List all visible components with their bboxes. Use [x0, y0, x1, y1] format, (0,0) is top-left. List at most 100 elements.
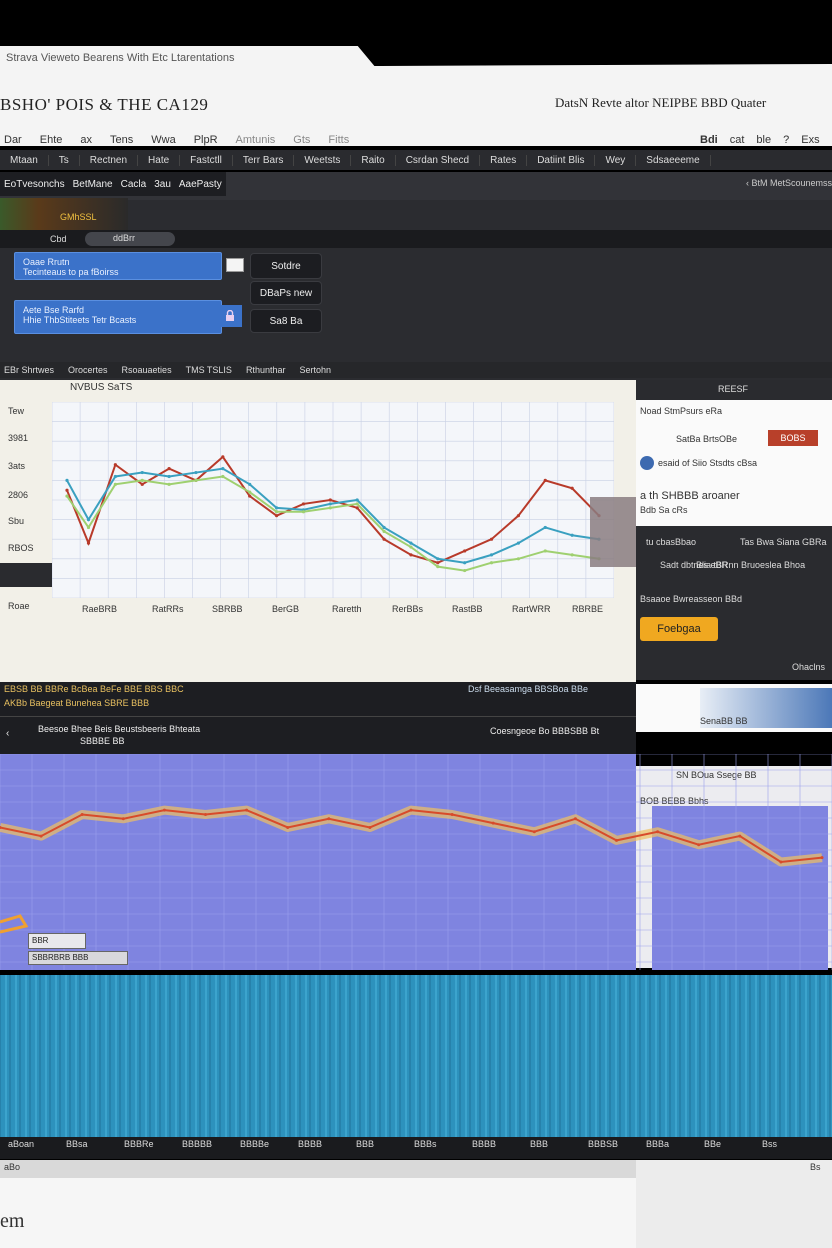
data-point	[615, 838, 618, 842]
chart1-side-tab[interactable]	[0, 563, 52, 587]
data-point	[738, 834, 742, 838]
data-point	[409, 545, 413, 549]
data-point	[532, 830, 536, 834]
menu-right-item[interactable]: Bdi	[700, 134, 718, 146]
data-point	[489, 537, 494, 541]
x-tick: aBoan	[8, 1139, 35, 1149]
footer-panel	[0, 1178, 636, 1248]
tiny-item[interactable]: Rthunthar	[246, 365, 286, 375]
blue-card-1[interactable]: Oaae Rrutn Tecinteaus to pa fBoirss	[14, 252, 222, 280]
nav-item[interactable]: Mtaan	[0, 154, 49, 166]
data-point	[382, 525, 386, 530]
x-tick: BBBSB	[588, 1139, 619, 1149]
nav-item[interactable]: Csrdan Shecd	[396, 154, 481, 166]
sub-tab[interactable]: EoTvesonchs	[4, 179, 65, 190]
sub-bar-right[interactable]: ‹ BtM MetScounemss	[746, 178, 832, 188]
menu-right-item[interactable]: Exs	[801, 134, 819, 146]
x-tick: RastBB	[452, 604, 483, 614]
data-point	[248, 490, 252, 494]
data-point	[820, 856, 824, 860]
sub-tab[interactable]: BetMane	[73, 179, 113, 190]
right-sub: Bdb Sa cRs	[640, 505, 688, 515]
thumbnail-label: GMhSSL	[60, 212, 97, 222]
menu-item[interactable]: Fitts	[328, 134, 349, 146]
chevron-left-icon[interactable]: ‹	[6, 728, 9, 739]
nav-item[interactable]: Hate	[138, 154, 181, 166]
menu-item[interactable]: Dar	[4, 134, 22, 146]
data-point	[167, 467, 171, 471]
menu-item[interactable]: Wwa	[151, 134, 175, 146]
nav-item[interactable]: Wey	[595, 154, 637, 166]
tiny-item[interactable]: TMS TSLIS	[186, 365, 232, 375]
blue-card-2[interactable]: Aete Bse Rarfd Hhie ThbStiteets Tetr Bca…	[14, 300, 222, 334]
data-point	[113, 463, 117, 467]
sa-button[interactable]: Sa8 Ba	[250, 309, 322, 333]
globe-icon	[640, 456, 654, 470]
x-tick: Raretth	[332, 604, 362, 614]
mid-row: EBSB BB BBRe BcBea BeFe BBE BBS BBC	[4, 684, 184, 694]
lock-icon[interactable]	[218, 305, 242, 327]
menu-right-item[interactable]: ble	[756, 134, 771, 146]
sotdre-button[interactable]: Sotdre	[250, 253, 322, 279]
nav-item[interactable]: Datiint Blis	[527, 154, 596, 166]
nav-item[interactable]: Rectnen	[80, 154, 139, 166]
data-point	[436, 557, 440, 561]
nav-item[interactable]: Raito	[351, 154, 396, 166]
new-button[interactable]: DBaPs new	[250, 281, 322, 305]
menu-item[interactable]: Gts	[293, 134, 310, 146]
sub-tab[interactable]: 3au	[154, 179, 171, 190]
tiny-item[interactable]: Sertohn	[299, 365, 331, 375]
orange-button[interactable]: Foebgaa	[640, 617, 718, 641]
tiny-item[interactable]: EBr Shrtwes	[4, 365, 54, 375]
data-point	[409, 808, 413, 812]
data-point	[543, 478, 547, 482]
tiny-item[interactable]: Orocertes	[68, 365, 108, 375]
x-tick: RartWRR	[512, 604, 551, 614]
data-point	[382, 529, 386, 533]
sub-tab[interactable]: Cacla	[121, 179, 147, 190]
menu-item[interactable]: Tens	[110, 134, 133, 146]
data-point	[779, 860, 783, 864]
data-point	[327, 817, 331, 821]
data-point	[355, 498, 359, 502]
menu-item[interactable]: Amtunis	[236, 134, 276, 146]
pill-toggle[interactable]: ddBrr	[85, 232, 175, 246]
footer-label: aBo	[4, 1162, 21, 1172]
data-point	[697, 843, 701, 847]
right-dark-line: Bsaaoe Bwreasseon BBd	[640, 594, 743, 604]
chart2-legend[interactable]: BBR	[28, 933, 86, 949]
checkbox[interactable]	[226, 258, 244, 272]
menu-right-item[interactable]: cat	[730, 134, 745, 146]
sub-tab[interactable]: AaePasty	[179, 179, 222, 190]
tiny-toolbar: EBr Shrtwes Orocertes Rsoauaeties TMS TS…	[0, 362, 832, 378]
data-point	[140, 482, 144, 486]
browser-tab-title[interactable]: Strava Vieweto Bearens With Etc Ltarenta…	[0, 48, 360, 68]
right-line: esaid of Siio Stsdts cBsa	[658, 458, 758, 468]
data-point	[543, 525, 547, 530]
data-point	[489, 561, 494, 565]
data-point	[86, 525, 91, 530]
menu-item[interactable]: Ehte	[40, 134, 63, 146]
nav-item[interactable]: Rates	[480, 154, 528, 166]
right-line: SenaBB BB	[700, 716, 748, 726]
nav-item[interactable]: Fastctll	[180, 154, 233, 166]
red-badge[interactable]: BOBS	[768, 430, 818, 446]
menu-item[interactable]: PlpR	[194, 134, 218, 146]
help-icon[interactable]: ?	[783, 134, 789, 146]
chart2-legend[interactable]: SBBRBRB BBB	[28, 951, 128, 965]
nav-item[interactable]: Terr Bars	[233, 154, 295, 166]
menu-item[interactable]: ax	[80, 134, 92, 146]
x-tick: BerGB	[272, 604, 300, 614]
data-point	[436, 561, 440, 565]
y-tick: Roae	[8, 601, 30, 611]
tiny-item[interactable]: Rsoauaeties	[122, 365, 172, 375]
nav-item[interactable]: Sdsaeeeme	[636, 154, 711, 166]
nav-item[interactable]: Ts	[49, 154, 80, 166]
nav-bar: Mtaan Ts Rectnen Hate Fastctll Terr Bars…	[0, 150, 832, 170]
data-point	[274, 510, 279, 514]
data-point	[204, 812, 207, 816]
data-point	[570, 486, 574, 490]
data-point	[86, 541, 91, 545]
nav-item[interactable]: Weetsts	[294, 154, 352, 166]
chart1-overlay-box[interactable]	[590, 497, 636, 567]
